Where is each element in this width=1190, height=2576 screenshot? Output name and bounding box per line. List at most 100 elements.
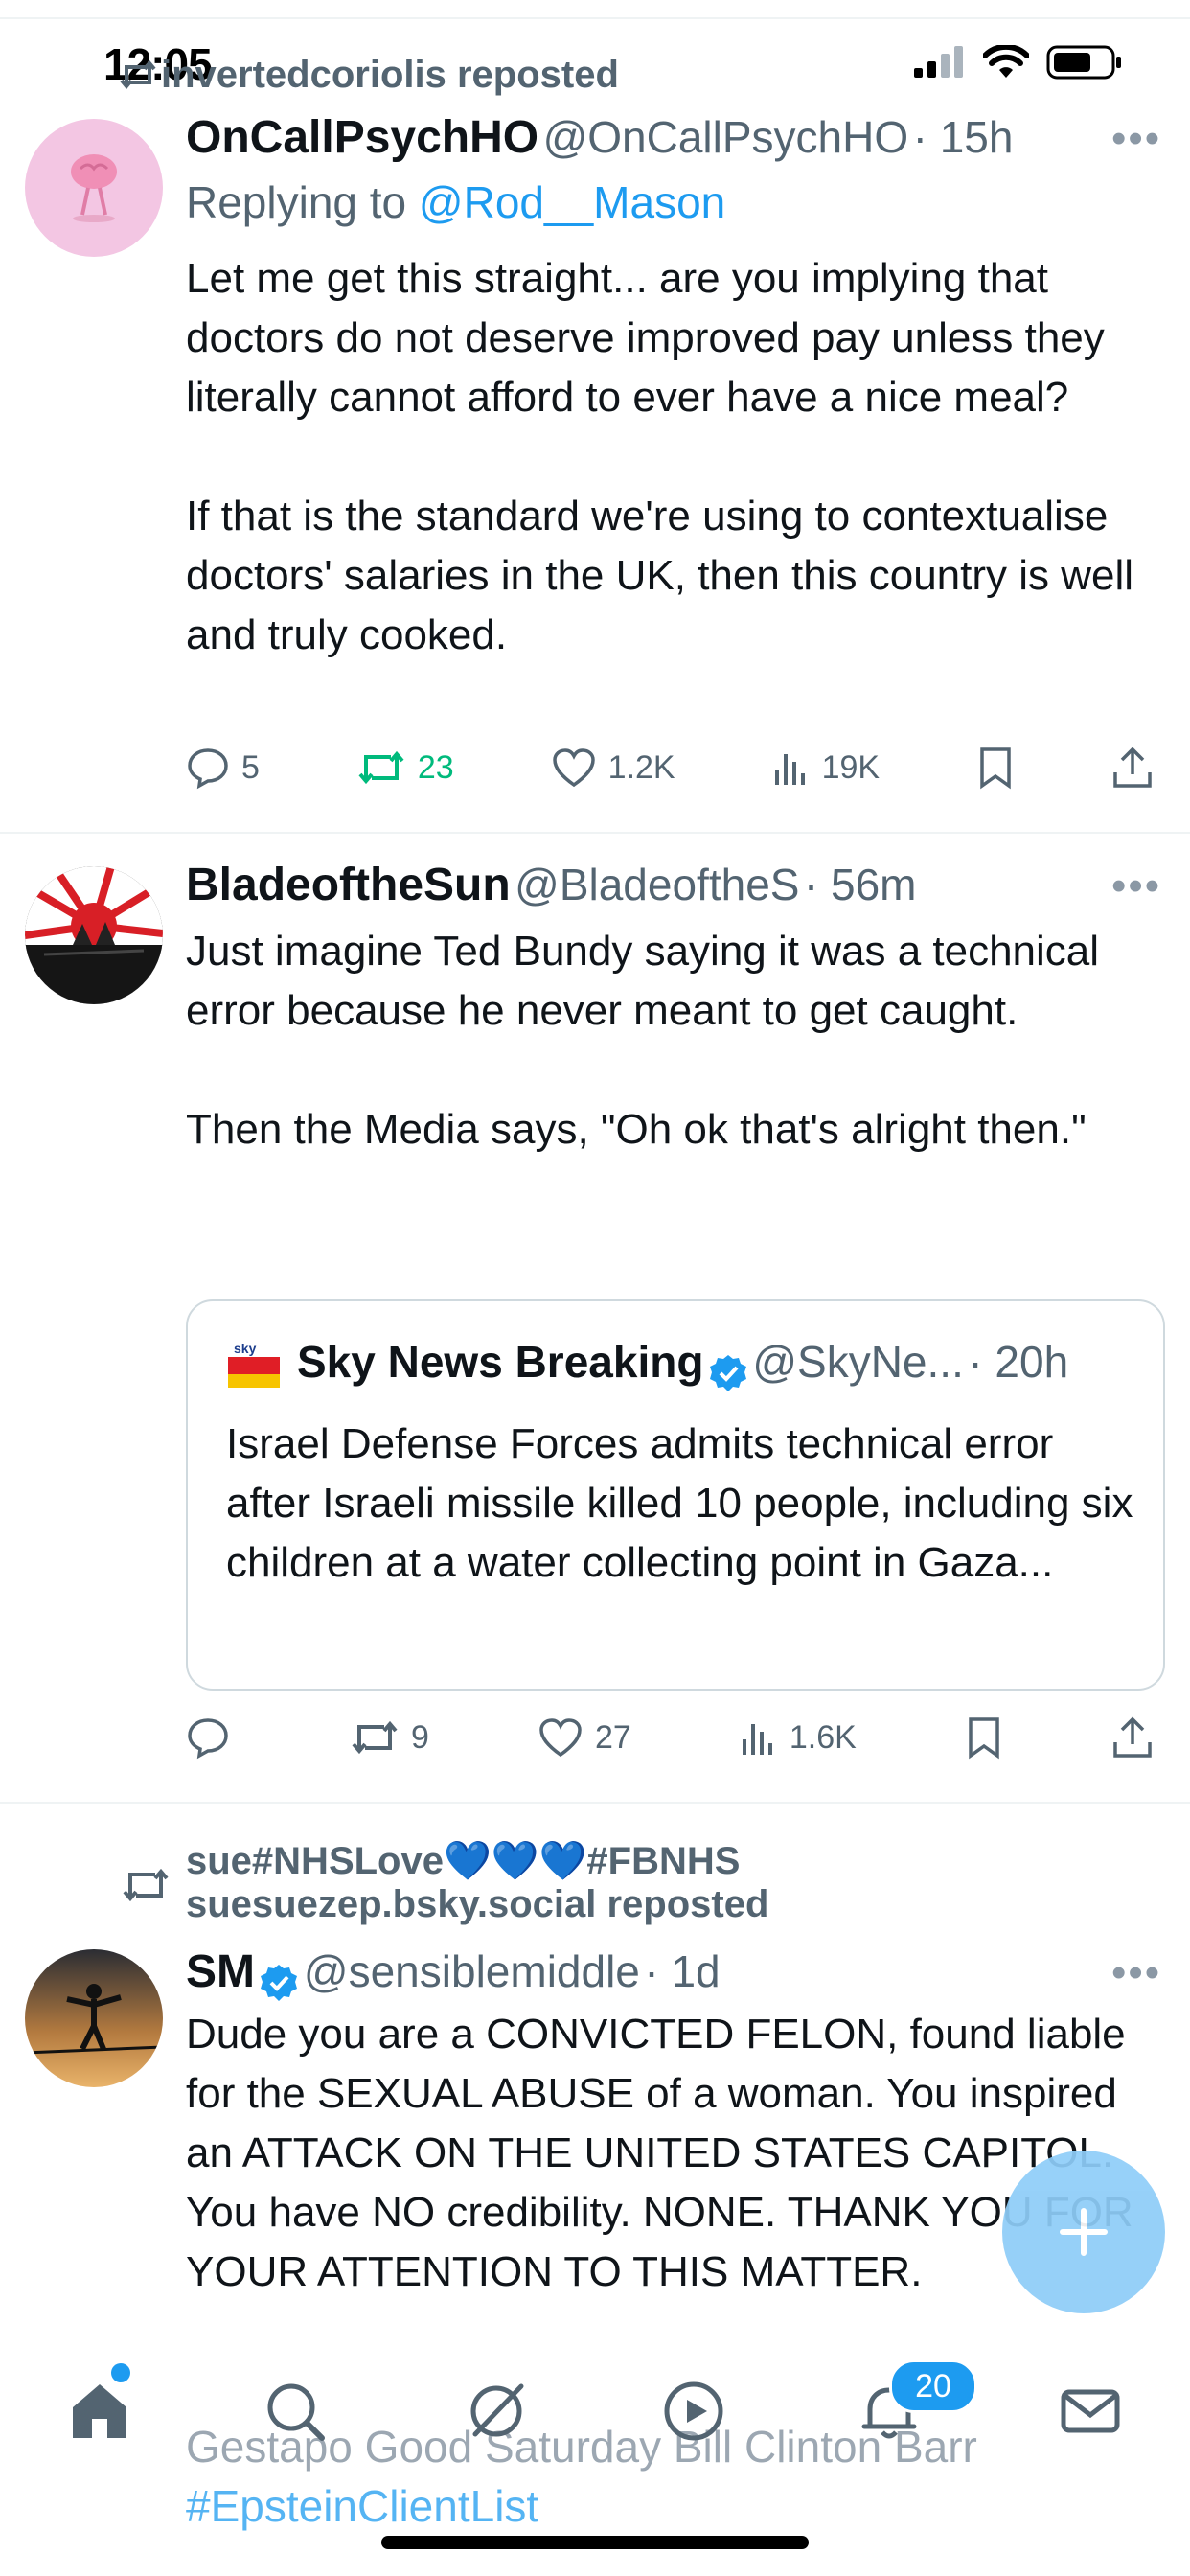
tab-search[interactable] bbox=[257, 2373, 333, 2450]
heart-icon bbox=[539, 1718, 582, 1758]
wifi-icon bbox=[983, 45, 1029, 78]
repost-count: 23 bbox=[417, 748, 454, 786]
verified-badge-icon bbox=[261, 1964, 298, 2001]
home-icon bbox=[73, 2384, 126, 2438]
share-button[interactable] bbox=[1111, 1715, 1154, 1760]
quoted-timestamp[interactable]: · 20h bbox=[968, 1337, 1068, 1387]
post-text: Let me get this straight... are you impl… bbox=[186, 249, 1154, 665]
avatar[interactable] bbox=[25, 119, 163, 257]
tab-video[interactable] bbox=[655, 2373, 732, 2450]
display-name[interactable]: SM bbox=[186, 1946, 255, 1997]
paragraph: If that is the standard we're using to c… bbox=[186, 493, 1134, 658]
handle[interactable]: @OnCallPsychHO bbox=[543, 112, 909, 162]
svg-text:sky: sky bbox=[234, 1341, 257, 1356]
reply-handle-link[interactable]: @Rod__Mason bbox=[419, 177, 725, 227]
rising-sun-avatar-image bbox=[25, 866, 163, 1004]
repost-attribution-line: sue#NHSLove💙💙💙#FBNHS bbox=[186, 1840, 741, 1882]
timestamp[interactable]: · 1d bbox=[644, 1946, 720, 1996]
views-count: 19K bbox=[821, 748, 881, 786]
repost-attribution[interactable]: invertedcoriolis reposted bbox=[161, 54, 619, 97]
repost-small-icon bbox=[123, 1868, 169, 1902]
reply-icon bbox=[188, 1718, 228, 1760]
like-button[interactable]: 1.2K bbox=[551, 747, 675, 789]
tab-messages[interactable] bbox=[1052, 2373, 1129, 2450]
post-header: BladeoftheSun @BladeoftheS · 56m bbox=[186, 859, 917, 911]
repost-attribution[interactable]: sue#NHSLove💙💙💙#FBNHS suesuezep.bsky.soci… bbox=[186, 1838, 768, 1926]
views-button[interactable]: 1.6K bbox=[740, 1716, 857, 1759]
quoted-handle[interactable]: @SkyNe... bbox=[752, 1337, 964, 1387]
battery-icon bbox=[1046, 45, 1121, 80]
tab-grok[interactable] bbox=[458, 2373, 535, 2450]
trend-ghost-hashtag: #EpsteinClientList bbox=[186, 2481, 539, 2531]
reply-button[interactable] bbox=[186, 1715, 241, 1760]
silhouette-avatar-image bbox=[25, 1949, 163, 2087]
display-name[interactable]: BladeoftheSun bbox=[186, 860, 511, 910]
tab-home[interactable] bbox=[61, 2373, 138, 2450]
grok-icon bbox=[470, 2383, 524, 2437]
replying-to: Replying to @Rod__Mason bbox=[186, 176, 725, 228]
cellular-signal-icon bbox=[914, 46, 963, 78]
views-chart-icon bbox=[742, 1724, 772, 1755]
compose-button[interactable] bbox=[1002, 2150, 1165, 2313]
display-name[interactable]: OnCallPsychHO bbox=[186, 112, 538, 163]
play-icon bbox=[664, 2381, 723, 2441]
divider bbox=[0, 1802, 1190, 1804]
post-text: Just imagine Ted Bundy saying it was a t… bbox=[186, 922, 1154, 1160]
post-header: OnCallPsychHO @OnCallPsychHO · 15h bbox=[186, 111, 1013, 164]
action-bar: 5 23 1.2K 19K bbox=[186, 746, 1154, 790]
paragraph: Then the Media says, "Oh ok that's alrig… bbox=[186, 1106, 1087, 1153]
views-chart-icon bbox=[774, 754, 805, 785]
views-button[interactable]: 19K bbox=[772, 747, 881, 789]
bookmark-icon bbox=[969, 1717, 999, 1760]
repost-icon bbox=[358, 750, 404, 785]
search-icon bbox=[267, 2383, 325, 2441]
more-options-icon[interactable]: ••• bbox=[1111, 1949, 1161, 1997]
paragraph: Let me get this straight... are you impl… bbox=[186, 255, 1105, 421]
mail-icon bbox=[1061, 2389, 1120, 2433]
like-button[interactable]: 27 bbox=[538, 1716, 631, 1759]
like-count: 1.2K bbox=[607, 748, 675, 786]
timestamp[interactable]: · 15h bbox=[913, 112, 1014, 162]
heart-icon bbox=[552, 748, 595, 788]
action-bar: 9 27 1.6K bbox=[186, 1715, 1154, 1760]
home-indicator bbox=[381, 2536, 809, 2549]
home-unread-dot bbox=[111, 2363, 130, 2382]
plus-icon bbox=[1060, 2208, 1108, 2256]
repost-icon bbox=[352, 1720, 398, 1755]
share-icon bbox=[1113, 1716, 1152, 1758]
timestamp[interactable]: · 56m bbox=[804, 860, 917, 909]
reply-icon bbox=[188, 748, 228, 790]
paragraph: Just imagine Ted Bundy saying it was a t… bbox=[186, 928, 1100, 1034]
more-options-icon[interactable]: ••• bbox=[1111, 862, 1161, 910]
reply-button[interactable]: 5 bbox=[186, 746, 260, 790]
avatar[interactable] bbox=[25, 1949, 163, 2087]
replying-to-label: Replying to bbox=[186, 177, 419, 227]
handle[interactable]: @sensiblemiddle bbox=[304, 1946, 640, 1996]
verified-badge-icon bbox=[709, 1354, 746, 1392]
brain-figure-image bbox=[71, 154, 117, 222]
avatar[interactable] bbox=[25, 866, 163, 1004]
quoted-display-name[interactable]: Sky News Breaking bbox=[297, 1337, 703, 1387]
repost-small-icon bbox=[120, 59, 156, 90]
repost-count: 9 bbox=[411, 1718, 429, 1756]
bookmark-button[interactable] bbox=[976, 746, 1015, 790]
bookmark-icon bbox=[980, 748, 1011, 790]
more-options-icon[interactable]: ••• bbox=[1111, 115, 1161, 163]
bookmark-button[interactable] bbox=[965, 1715, 1003, 1760]
quoted-post-header: Sky News Breaking @SkyNe... · 20h bbox=[297, 1336, 1068, 1393]
handle[interactable]: @BladeoftheS bbox=[515, 860, 799, 909]
like-count: 27 bbox=[595, 1718, 631, 1756]
post-text: Dude you are a CONVICTED FELON, found li… bbox=[186, 2011, 1133, 2295]
repost-button[interactable]: 23 bbox=[356, 746, 454, 790]
share-button[interactable] bbox=[1111, 746, 1154, 790]
divider bbox=[0, 832, 1190, 834]
share-icon bbox=[1113, 747, 1152, 788]
sky-news-logo-image: sky bbox=[228, 1341, 280, 1388]
repost-attribution-line: suesuezep.bsky.social reposted bbox=[186, 1883, 769, 1925]
quoted-post-card[interactable]: sky Sky News Breaking @SkyNe... · 20h Is… bbox=[186, 1300, 1165, 1690]
reply-count: 5 bbox=[241, 748, 260, 786]
post-header: SM @sensiblemiddle · 1d bbox=[186, 1945, 721, 2003]
repost-button[interactable]: 9 bbox=[350, 1715, 429, 1760]
